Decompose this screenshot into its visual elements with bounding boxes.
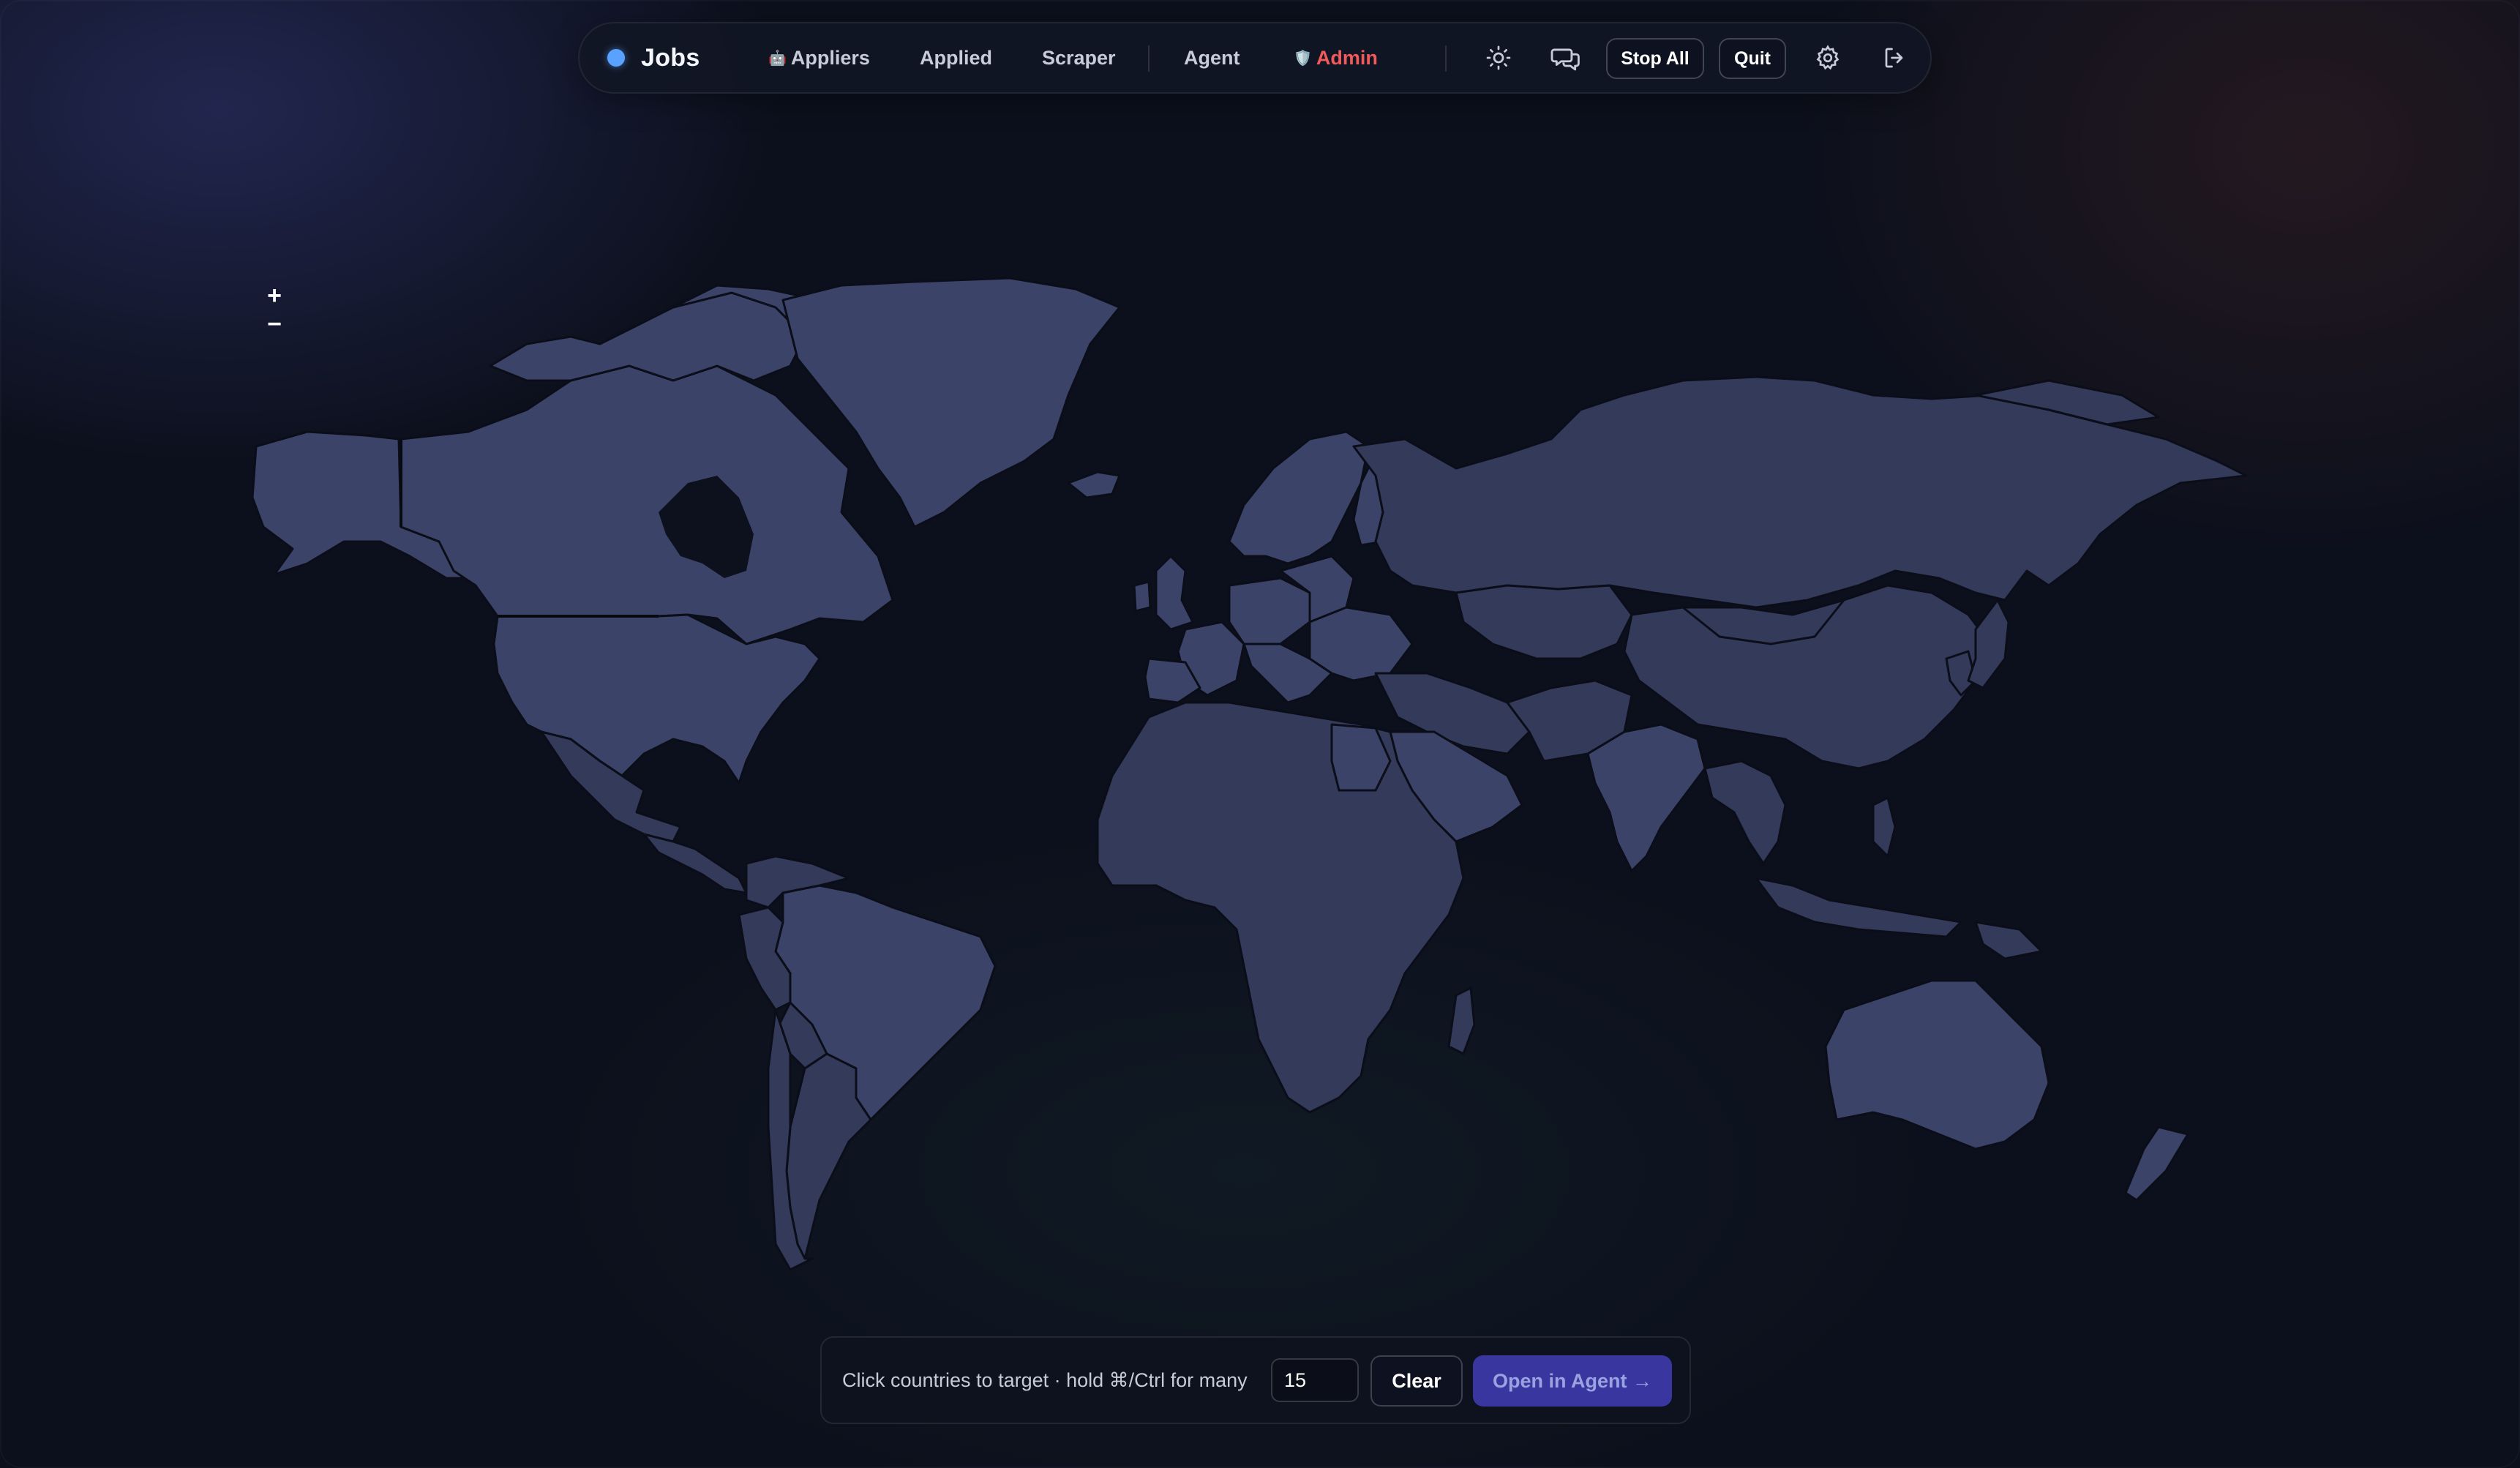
brand-title: Jobs bbox=[641, 43, 700, 72]
shield-icon: 🛡️ bbox=[1294, 50, 1312, 67]
country-ireland[interactable] bbox=[1133, 580, 1152, 613]
country-central-america[interactable] bbox=[642, 833, 748, 894]
country-philippines[interactable] bbox=[1872, 796, 1897, 858]
country-papua-new-guinea[interactable] bbox=[1974, 921, 2043, 960]
brand[interactable]: Jobs bbox=[607, 23, 700, 92]
country-germany-central[interactable] bbox=[1228, 577, 1311, 645]
country-indonesia[interactable] bbox=[1755, 877, 1962, 938]
quit-button[interactable]: Quit bbox=[1719, 38, 1786, 79]
clear-button[interactable]: Clear bbox=[1370, 1355, 1463, 1407]
logout-icon bbox=[1885, 48, 1903, 68]
country-usa[interactable] bbox=[492, 613, 821, 784]
stop-all-button[interactable]: Stop All bbox=[1606, 38, 1704, 79]
country-canada[interactable] bbox=[400, 364, 894, 645]
country-kazakhstan[interactable] bbox=[1455, 584, 1633, 660]
nav-link-label: Scraper bbox=[1042, 46, 1116, 69]
country-scandinavia[interactable] bbox=[1228, 430, 1370, 565]
nav-link-scraper[interactable]: Scraper bbox=[1042, 23, 1116, 92]
country-iceland[interactable] bbox=[1067, 471, 1121, 499]
target-hint: Click countries to target · hold ⌘/Ctrl … bbox=[842, 1368, 1248, 1391]
top-navbar: Jobs 🤖 Appliers Applied Scraper Agent 🛡️… bbox=[578, 22, 1932, 94]
nav-link-appliers[interactable]: 🤖 Appliers bbox=[768, 23, 870, 92]
robot-icon: 🤖 bbox=[768, 50, 787, 67]
theme-toggle-button[interactable] bbox=[1481, 40, 1516, 75]
nav-link-agent[interactable]: Agent bbox=[1184, 23, 1240, 92]
nav-link-admin[interactable]: 🛡️ Admin bbox=[1294, 23, 1378, 92]
gear-icon bbox=[1816, 45, 1840, 70]
logout-button[interactable] bbox=[1878, 40, 1913, 75]
nav-divider bbox=[1148, 45, 1150, 72]
nav-link-label: Admin bbox=[1316, 46, 1378, 69]
target-bar: Click countries to target · hold ⌘/Ctrl … bbox=[820, 1336, 1691, 1424]
nav-link-applied[interactable]: Applied bbox=[920, 23, 992, 92]
country-madagascar[interactable] bbox=[1447, 986, 1476, 1055]
world-map[interactable] bbox=[0, 0, 2520, 1468]
country-new-zealand[interactable] bbox=[2124, 1126, 2189, 1202]
country-eastern-europe[interactable] bbox=[1308, 606, 1414, 682]
sun-icon bbox=[1486, 45, 1511, 70]
zoom-in-button[interactable]: + bbox=[263, 282, 285, 310]
nav-link-label: Applied bbox=[920, 46, 992, 69]
nav-link-label: Agent bbox=[1184, 46, 1240, 69]
open-in-agent-button[interactable]: Open in Agent → bbox=[1473, 1355, 1672, 1407]
nav-divider bbox=[1445, 45, 1447, 72]
country-australia[interactable] bbox=[1824, 979, 2050, 1150]
chat-icon bbox=[1550, 48, 1580, 71]
status-dot bbox=[607, 49, 625, 67]
country-southeast-asia[interactable] bbox=[1703, 760, 1787, 865]
country-uk[interactable] bbox=[1155, 555, 1194, 631]
country-india[interactable] bbox=[1586, 723, 1706, 872]
country-canada-arctic-islands[interactable] bbox=[489, 291, 806, 382]
zoom-out-button[interactable]: − bbox=[263, 310, 285, 338]
nav-link-label: Appliers bbox=[790, 46, 870, 69]
chat-button[interactable] bbox=[1548, 40, 1583, 75]
target-count-input[interactable] bbox=[1271, 1358, 1359, 1402]
settings-button[interactable] bbox=[1810, 40, 1845, 75]
